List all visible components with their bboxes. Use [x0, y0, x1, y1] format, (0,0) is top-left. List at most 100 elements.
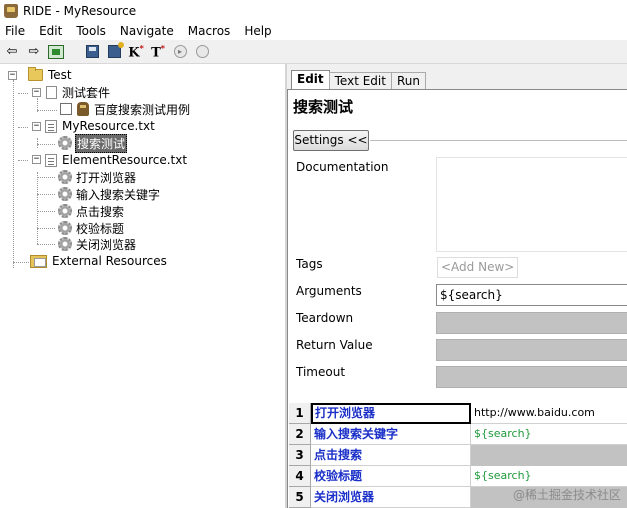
tree-node-keyword[interactable]: 关闭浏览器 [58, 236, 137, 252]
forward-arrow-icon: ⇨ [28, 44, 40, 59]
tree-label: 搜索测试 [75, 133, 128, 153]
keyword-title: 搜索测试 [293, 98, 354, 116]
menu-macros[interactable]: Macros [186, 24, 233, 38]
test-search-icon: T* [151, 42, 165, 61]
testcase-checkbox[interactable] [60, 103, 72, 115]
keyword-cell[interactable]: 关闭浏览器 [311, 487, 471, 508]
gear-icon [58, 136, 72, 150]
table-row: 2 输入搜索关键字 ${search} [289, 424, 627, 445]
table-row: 1 打开浏览器 http://www.baidu.com [289, 403, 627, 424]
timeout-field[interactable] [436, 366, 627, 388]
tree-node-elementresource[interactable]: ElementResource.txt [45, 152, 188, 168]
ride-app-icon [4, 3, 18, 18]
menu-bar: File Edit Tools Navigate Macros Help [0, 21, 627, 40]
tab-edit[interactable]: Edit [291, 70, 330, 89]
menu-tools[interactable]: Tools [74, 24, 108, 38]
tree-label: ElementResource.txt [62, 153, 188, 167]
menu-edit[interactable]: Edit [37, 24, 64, 38]
arguments-field[interactable]: ${search} [436, 284, 627, 306]
table-row: 4 校验标题 ${search} [289, 466, 627, 487]
timeout-label: Timeout [296, 365, 346, 379]
settings-divider [370, 140, 627, 141]
settings-toggle-button[interactable]: Settings << [293, 130, 369, 151]
keyword-cell[interactable]: 输入搜索关键字 [311, 424, 471, 445]
resource-file-icon [45, 119, 57, 133]
keyword-search-icon: K* [128, 42, 144, 61]
argument-cell[interactable]: ${search} [471, 466, 627, 487]
gear-icon [58, 237, 72, 251]
argument-cell[interactable]: http://www.baidu.com [471, 403, 627, 424]
tree-node-keyword[interactable]: 点击搜索 [58, 203, 125, 219]
resource-file-icon [45, 153, 57, 167]
row-number[interactable]: 3 [289, 445, 311, 466]
row-number[interactable]: 5 [289, 487, 311, 508]
tab-text-edit[interactable]: Text Edit [328, 72, 392, 89]
tags-add-new[interactable]: <Add New> [437, 257, 519, 278]
teardown-field[interactable] [436, 312, 627, 334]
row-number[interactable]: 1 [289, 403, 311, 424]
robot-icon [77, 102, 89, 116]
run-button[interactable]: ▸ [170, 42, 190, 62]
teardown-label: Teardown [296, 311, 354, 325]
tree-node-keyword[interactable]: 输入搜索关键字 [58, 186, 161, 202]
documentation-label: Documentation [296, 160, 389, 174]
keyword-editor: 搜索测试 Settings << Documentation Tags <Add… [287, 89, 627, 508]
tree-node-keyword-selected[interactable]: 搜索测试 [58, 133, 128, 153]
expander-test[interactable]: − [8, 71, 17, 80]
external-folder-icon [30, 254, 47, 268]
keyword-cell[interactable]: 点击搜索 [311, 445, 471, 466]
tree-label: 打开浏览器 [76, 170, 137, 185]
save-all-button[interactable] [104, 42, 124, 62]
tree-node-suite[interactable]: 测试套件 [46, 84, 111, 100]
window-title: RIDE - MyResource [23, 3, 137, 18]
arguments-label: Arguments [296, 284, 362, 298]
save-button[interactable] [82, 42, 102, 62]
back-button[interactable]: ⇦ [2, 42, 22, 62]
editor-panel: Edit Text Edit Run 搜索测试 Settings << Docu… [287, 64, 627, 508]
tree-node-external-resources[interactable]: External Resources [30, 253, 168, 269]
project-tree: − − − − Test 测试套件 百度搜索测试用例 MyResource.tx… [0, 64, 285, 508]
menu-help[interactable]: Help [242, 24, 273, 38]
expander-suite[interactable]: − [32, 88, 41, 97]
tags-label: Tags [296, 257, 323, 271]
play-icon: ▸ [173, 45, 187, 58]
tree-node-keyword[interactable]: 打开浏览器 [58, 169, 137, 185]
argument-cell[interactable] [471, 445, 627, 466]
tree-label: External Resources [52, 254, 167, 268]
keyword-cell[interactable]: 打开浏览器 [311, 403, 471, 424]
tree-node-test[interactable]: Test [28, 67, 73, 83]
menu-file[interactable]: File [3, 24, 27, 38]
argument-cell[interactable]: ${search} [471, 424, 627, 445]
tree-label: MyResource.txt [62, 119, 155, 133]
tree-label: 测试套件 [62, 85, 111, 100]
file-icon [46, 85, 57, 99]
keyword-cell[interactable]: 校验标题 [311, 466, 471, 487]
browse-button[interactable] [46, 42, 66, 62]
expander-myresource[interactable]: − [32, 122, 41, 131]
tree-node-keyword[interactable]: 校验标题 [58, 220, 125, 236]
save-icon [85, 45, 99, 58]
toolbar-separator [68, 42, 80, 62]
row-number[interactable]: 2 [289, 424, 311, 445]
documentation-field[interactable] [436, 157, 627, 252]
search-tests-button[interactable]: T* [148, 42, 168, 62]
gear-icon [58, 204, 72, 218]
forward-button[interactable]: ⇨ [24, 42, 44, 62]
watermark: @稀土掘金技术社区 [512, 488, 621, 502]
tree-label: 校验标题 [76, 221, 125, 236]
row-number[interactable]: 4 [289, 466, 311, 487]
toolbar: ⇦ ⇨ K* T* ▸ [0, 40, 627, 64]
tree-node-myresource[interactable]: MyResource.txt [45, 118, 156, 134]
tab-run[interactable]: Run [390, 72, 426, 89]
expander-elementresource[interactable]: − [32, 155, 41, 164]
title-bar: RIDE - MyResource [0, 0, 627, 21]
tree-node-testcase[interactable]: 百度搜索测试用例 [60, 101, 191, 117]
search-keywords-button[interactable]: K* [126, 42, 146, 62]
tree-label: 关闭浏览器 [76, 237, 137, 252]
return-value-field[interactable] [436, 339, 627, 361]
back-arrow-icon: ⇦ [6, 44, 18, 59]
tree-label: 输入搜索关键字 [76, 187, 161, 202]
menu-navigate[interactable]: Navigate [118, 24, 176, 38]
stop-icon [195, 45, 209, 58]
stop-button[interactable] [192, 42, 212, 62]
